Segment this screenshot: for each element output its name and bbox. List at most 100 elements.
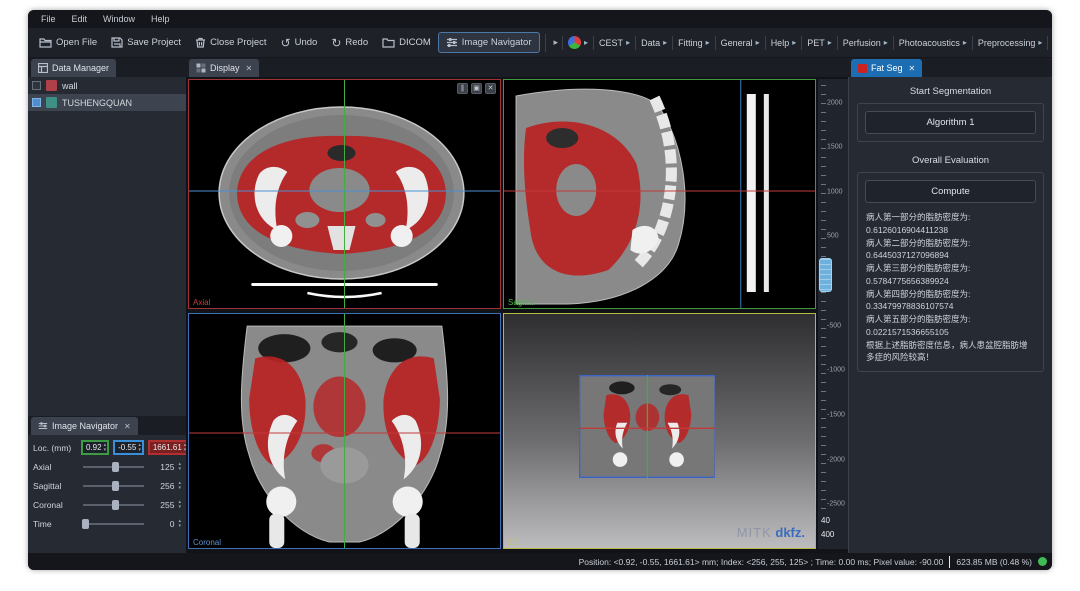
save-project-button[interactable]: Save Project (104, 33, 188, 52)
status-separator (949, 556, 950, 568)
view-menu-pet[interactable]: PET▸ (803, 35, 836, 51)
mitk-dkfz-watermark: MITK dkfz. (737, 525, 805, 540)
axial-ct-image (189, 80, 500, 308)
separator (672, 36, 673, 50)
time-slider-label: Time (33, 519, 77, 529)
fullscreen-icon[interactable]: ✕ (485, 83, 496, 94)
slider-handle[interactable] (112, 462, 119, 472)
main-toolbar: Open File Save Project Close Project ↺ U… (28, 28, 1052, 58)
separator (562, 36, 563, 50)
image-navigator-button[interactable]: Image Navigator (438, 32, 540, 53)
data-node-wall[interactable]: wall (28, 77, 186, 94)
crosshair-toggle-icon[interactable]: ∥ (457, 83, 468, 94)
chevron-right-icon: ▸ (663, 38, 667, 47)
open-folder-icon (39, 37, 52, 48)
scale-ticks (821, 85, 826, 509)
loc-y-spinbox[interactable]: -0.55 ▴▾ (113, 440, 144, 455)
separator (715, 36, 716, 50)
threed-viewport[interactable]: MITK dkfz. 3D (503, 313, 816, 549)
view-menu-general[interactable]: General▸ (717, 35, 764, 51)
coronal-viewport[interactable]: Coronal (188, 313, 501, 549)
separator (635, 36, 636, 50)
levelwindow-scale[interactable]: 2000 1500 1000 500 0 -500 -1000 -1500 -2… (818, 79, 848, 549)
viewport-corner-buttons: ∥ ▣ ✕ (457, 83, 496, 94)
scale-tick-label: 500 (827, 233, 839, 240)
spinner-arrows-icon[interactable]: ▴▾ (178, 519, 181, 528)
sagittal-slider[interactable] (81, 480, 146, 492)
separator (801, 36, 802, 50)
separator (893, 36, 894, 50)
sagittal-viewport[interactable]: Sagittal (503, 79, 816, 309)
loc-z-spinbox[interactable]: 1661.61 ▴▾ (148, 440, 189, 455)
view-menu-perfusion[interactable]: Perfusion▸ (839, 35, 892, 51)
view-menu-help[interactable]: Help▸ (767, 35, 801, 51)
display-grid-icon (196, 63, 206, 73)
time-slider[interactable] (81, 518, 146, 530)
slider-handle[interactable] (112, 500, 119, 510)
tab-fat-seg[interactable]: Fat Seg ✕ (851, 59, 922, 77)
close-icon[interactable]: ✕ (246, 64, 253, 73)
data-manager-tabstrip: Data Manager (28, 58, 186, 77)
view-menu-data[interactable]: Data▸ (637, 35, 671, 51)
redo-button[interactable]: ↻ Redo (324, 32, 375, 54)
axial-viewport[interactable]: ∥ ▣ ✕ Axial (188, 79, 501, 309)
spinner-arrows-icon[interactable]: ▴▾ (178, 481, 181, 490)
menu-edit[interactable]: Edit (65, 12, 95, 26)
spinner-arrows-icon[interactable]: ▴▾ (138, 443, 141, 452)
view-menu-quantification[interactable]: Quantification▸ (1049, 35, 1052, 51)
separator (765, 36, 766, 50)
color-views-menu[interactable]: ▸ (564, 33, 592, 52)
compute-button[interactable]: Compute (865, 180, 1036, 203)
data-node-tushengquan[interactable]: TUSHENGQUAN (28, 94, 186, 111)
dicom-button[interactable]: DICOM (375, 33, 438, 52)
spinner-arrows-icon[interactable]: ▴▾ (104, 443, 107, 452)
view-menu-photoacoustics[interactable]: Photoacoustics▸ (895, 35, 971, 51)
slider-handle[interactable] (82, 519, 89, 529)
chevron-right-icon: ▸ (884, 38, 888, 47)
open-file-button[interactable]: Open File (32, 33, 104, 52)
toolbar-overflow-icon[interactable]: ▸ (551, 37, 562, 48)
menu-bar: File Edit Window Help (28, 10, 1052, 28)
spinner-arrows-icon[interactable]: ▴▾ (178, 500, 181, 509)
menu-window[interactable]: Window (96, 12, 142, 26)
tab-display[interactable]: Display ✕ (189, 59, 259, 77)
spinner-arrows-icon[interactable]: ▴▾ (178, 462, 181, 471)
visibility-checkbox[interactable] (32, 98, 41, 107)
separator (1047, 36, 1048, 50)
algorithm-1-button[interactable]: Algorithm 1 (865, 111, 1036, 134)
chevron-right-icon: ▸ (584, 38, 588, 47)
scale-tick-label: 1500 (827, 144, 843, 151)
layout-menu-icon[interactable]: ▣ (471, 83, 482, 94)
close-icon[interactable]: ✕ (124, 422, 131, 431)
trash-icon (195, 37, 206, 48)
loc-x-spinbox[interactable]: 0.92 ▴▾ (81, 440, 109, 455)
image-thumbnail-icon (46, 97, 57, 108)
loc-label: Loc. (mm) (33, 443, 77, 453)
window-value: 400 (821, 530, 834, 539)
coronal-viewport-label: Coronal (193, 538, 221, 547)
view-menu-fitting[interactable]: Fitting▸ (674, 35, 714, 51)
scale-tick-label: -1000 (827, 367, 845, 374)
result-line: 病人第五部分的脂肪密度为: 0.0221571536655105 (866, 313, 1035, 339)
view-menu-preprocessing[interactable]: Preprocessing▸ (974, 35, 1047, 51)
sagittal-ct-image (504, 80, 815, 308)
axial-slider[interactable] (81, 461, 146, 473)
chevron-right-icon: ▸ (756, 38, 760, 47)
tab-data-manager[interactable]: Data Manager (31, 59, 116, 77)
threed-slice-plane (579, 375, 716, 478)
slider-handle[interactable] (112, 481, 119, 491)
coronal-slider[interactable] (81, 499, 146, 511)
menu-file[interactable]: File (34, 12, 63, 26)
visibility-checkbox[interactable] (32, 81, 41, 90)
tab-image-navigator[interactable]: Image Navigator ✕ (31, 417, 138, 435)
chevron-right-icon: ▸ (626, 38, 630, 47)
time-slider-value: 0 (150, 519, 174, 529)
close-project-button[interactable]: Close Project (188, 33, 274, 52)
scale-tick-label: 2000 (827, 99, 843, 106)
levelwindow-handle[interactable] (819, 258, 832, 292)
view-menu-cest[interactable]: CEST▸ (595, 35, 634, 51)
menu-help[interactable]: Help (144, 12, 177, 26)
undo-button[interactable]: ↺ Undo (274, 32, 325, 54)
fat-seg-panel: Start Segmentation Algorithm 1 Overall E… (848, 77, 1052, 553)
close-icon[interactable]: ✕ (909, 64, 916, 73)
